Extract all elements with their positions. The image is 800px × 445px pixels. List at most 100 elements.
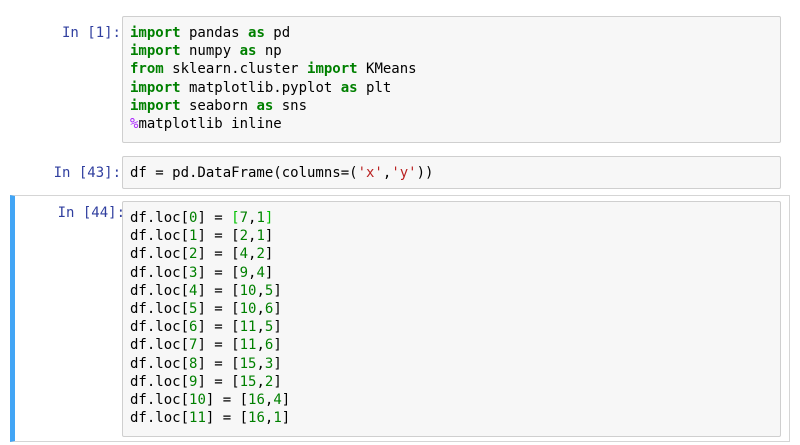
input-prompt: In [1]: bbox=[61, 25, 121, 41]
code-token: df.loc[ bbox=[130, 319, 190, 336]
code-token: matplotlib inline bbox=[138, 116, 282, 133]
code-token: 11 bbox=[189, 410, 206, 427]
code-token: KMeans bbox=[357, 61, 417, 78]
code-token: , bbox=[256, 373, 265, 390]
code-token: df = pd.DataFrame(columns=( bbox=[130, 165, 358, 181]
code-editor[interactable]: import pandas as pd import numpy as np fro… bbox=[122, 16, 781, 143]
code-editor[interactable]: df = pd.DataFrame(columns=('x','y')) bbox=[122, 156, 781, 189]
code-token: plt bbox=[357, 79, 392, 96]
code-token: ] bbox=[273, 282, 282, 299]
code-token: 4 bbox=[273, 392, 282, 409]
code-token: ] bbox=[264, 210, 274, 226]
code-token: df.loc[ bbox=[130, 246, 190, 263]
code-token: import bbox=[130, 43, 181, 60]
code-token: sns bbox=[273, 97, 308, 114]
code-token: 'x' bbox=[357, 165, 383, 181]
code-token: 'y' bbox=[391, 165, 417, 181]
input-prompt: In [44]: bbox=[57, 205, 125, 221]
code-token: ] = [ bbox=[197, 246, 240, 263]
code-token: 10 bbox=[189, 392, 206, 409]
code-token: ] = [ bbox=[197, 355, 240, 372]
code-token: ] bbox=[281, 410, 291, 427]
code-line: df.loc[10] = [16,4] bbox=[130, 391, 780, 409]
code-token: ] bbox=[264, 228, 274, 245]
code-token: ] = [ bbox=[197, 373, 240, 390]
code-token: import bbox=[130, 97, 181, 114]
code-token: sklearn.cluster bbox=[163, 61, 308, 78]
code-token: , bbox=[256, 355, 265, 372]
code-token: 4 bbox=[239, 246, 249, 263]
code-cell-loc-assignments[interactable]: In [44]: df.loc[0] = [7,1] df.loc[1] = [2… bbox=[10, 195, 790, 442]
code-line: %matplotlib inline bbox=[130, 115, 780, 133]
code-token: 11 bbox=[239, 319, 257, 336]
code-token: seaborn bbox=[180, 97, 257, 114]
code-token: numpy bbox=[180, 43, 240, 60]
code-token: 16 bbox=[248, 410, 265, 427]
code-token: ] = [ bbox=[197, 282, 240, 299]
code-token: ] = [ bbox=[205, 392, 249, 409]
code-token: df.loc[ bbox=[130, 282, 190, 299]
code-token: ] bbox=[281, 392, 291, 409]
code-cell-dataframe[interactable]: In [43]: df = pd.DataFrame(columns=('x',… bbox=[10, 155, 790, 189]
code-token: df.loc[ bbox=[130, 410, 190, 427]
code-token: import bbox=[130, 25, 181, 41]
input-prompt: In [43]: bbox=[53, 165, 121, 181]
code-token: pd bbox=[264, 25, 291, 41]
code-token: df.loc[ bbox=[130, 373, 190, 390]
code-token: , bbox=[256, 282, 265, 299]
code-token: 15 bbox=[239, 373, 257, 390]
code-token: import bbox=[307, 61, 358, 78]
code-editor[interactable]: df.loc[0] = [7,1] df.loc[1] = [2,1] df.loc… bbox=[122, 201, 781, 437]
code-token: 1 bbox=[273, 410, 282, 427]
code-token: np bbox=[256, 43, 282, 60]
code-line: df.loc[4] = [10,5] bbox=[130, 282, 780, 300]
code-cell-imports[interactable]: In [1]: import pandas as pd import numpy … bbox=[10, 15, 790, 143]
code-token: as bbox=[340, 79, 358, 96]
code-line: df.loc[5] = [10,6] bbox=[130, 300, 780, 318]
code-token: ] bbox=[273, 355, 282, 372]
code-line: import pandas as pd bbox=[130, 24, 780, 42]
code-line: from sklearn.cluster import KMeans bbox=[130, 60, 780, 78]
code-token: ] = [ bbox=[197, 228, 240, 245]
code-token: df.loc[ bbox=[130, 392, 190, 409]
code-token: df.loc[ bbox=[130, 264, 190, 281]
code-token: df.loc[ bbox=[130, 301, 190, 318]
code-token: 7 bbox=[239, 210, 249, 226]
code-token: , bbox=[256, 301, 265, 318]
code-token: ] bbox=[273, 337, 282, 354]
code-line: df.loc[9] = [15,2] bbox=[130, 373, 780, 391]
code-line: df.loc[6] = [11,5] bbox=[130, 318, 780, 336]
code-line: import seaborn as sns bbox=[130, 97, 780, 115]
code-token: import bbox=[130, 79, 181, 96]
code-line: df = pd.DataFrame(columns=('x','y')) bbox=[130, 164, 780, 182]
code-token: 10 bbox=[239, 282, 257, 299]
code-token: )) bbox=[416, 165, 434, 181]
code-token: ] bbox=[264, 246, 274, 263]
code-token: from bbox=[130, 61, 164, 78]
code-token: df.loc[ bbox=[130, 228, 190, 245]
code-token: ] bbox=[273, 319, 282, 336]
code-token: 11 bbox=[239, 337, 257, 354]
code-token: , bbox=[256, 337, 265, 354]
code-token: as bbox=[248, 25, 265, 41]
code-token: matplotlib.pyplot bbox=[180, 79, 341, 96]
code-token: 1 bbox=[256, 210, 265, 226]
code-line: df.loc[7] = [11,6] bbox=[130, 336, 780, 354]
code-line: df.loc[2] = [4,2] bbox=[130, 245, 780, 263]
code-token: 2 bbox=[256, 246, 265, 263]
code-line: df.loc[8] = [15,3] bbox=[130, 355, 780, 373]
code-token: as bbox=[239, 43, 257, 60]
code-token: ] = [ bbox=[197, 337, 240, 354]
code-token: ] = [ bbox=[197, 264, 240, 281]
code-token: ] = [ bbox=[205, 410, 249, 427]
code-token: 16 bbox=[248, 392, 265, 409]
code-line: df.loc[11] = [16,1] bbox=[130, 409, 780, 427]
code-token: df.loc[ bbox=[130, 210, 190, 226]
code-token: 1 bbox=[256, 228, 265, 245]
code-token: pandas bbox=[180, 25, 249, 41]
code-token: 2 bbox=[239, 228, 249, 245]
code-token: ] bbox=[264, 264, 274, 281]
code-token: ] bbox=[273, 373, 282, 390]
code-token: 4 bbox=[256, 264, 265, 281]
code-token: ] = [ bbox=[197, 319, 240, 336]
